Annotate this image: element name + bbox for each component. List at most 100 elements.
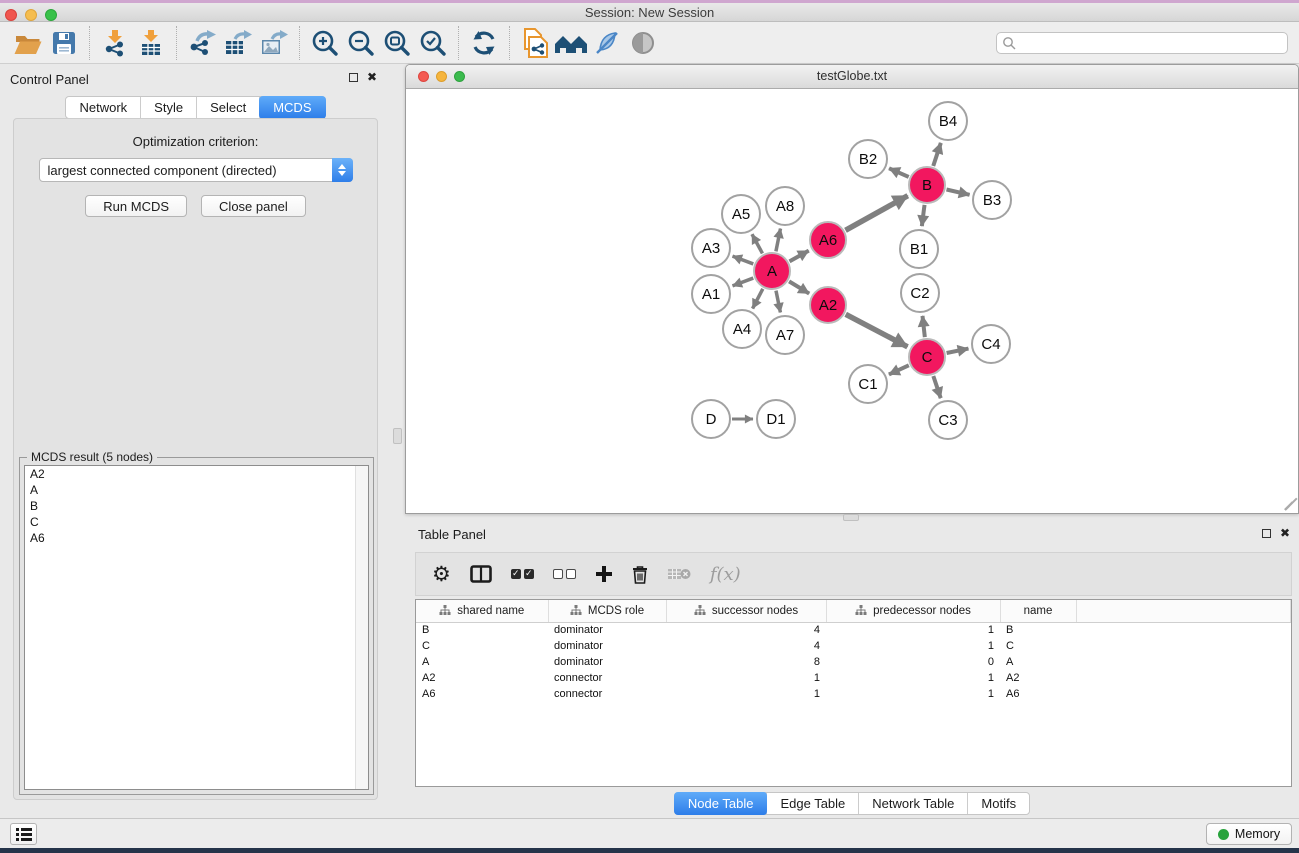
search-field[interactable] [996,32,1288,54]
cell-successor-nodes[interactable]: 4 [666,622,826,638]
cell-successor-nodes[interactable]: 4 [666,638,826,654]
edge-A-A2[interactable] [789,281,809,293]
cell-shared-name[interactable]: A6 [416,686,548,702]
close-table-panel-icon[interactable]: ✖ [1280,529,1290,538]
export-network-button[interactable] [184,25,220,61]
node-c[interactable]: C [908,338,946,376]
edge-A-A3[interactable] [733,256,754,264]
delete-column-button[interactable] [632,565,648,584]
cell-predecessor-nodes[interactable]: 1 [826,670,1000,686]
close-panel-button[interactable]: Close panel [201,195,306,217]
cell-successor-nodes[interactable]: 1 [666,670,826,686]
cell-shared-name[interactable]: C [416,638,548,654]
delete-table-button[interactable] [667,567,691,581]
import-network-button[interactable] [97,25,133,61]
edge-A-A5[interactable] [752,234,762,253]
table-row[interactable]: Bdominator41B [416,622,1291,638]
cell-MCDS-role[interactable]: connector [548,686,666,702]
edge-A6-B[interactable] [845,196,907,231]
node-a6[interactable]: A6 [809,221,847,259]
node-a5[interactable]: A5 [721,194,761,234]
vertical-splitter-grip[interactable] [393,428,402,444]
save-session-button[interactable] [46,25,82,61]
show-graphics-details-button[interactable] [625,25,661,61]
result-item-a6[interactable]: A6 [25,530,368,546]
tab-network[interactable]: Network [66,97,141,118]
search-input[interactable] [1016,34,1287,52]
cell-predecessor-nodes[interactable]: 1 [826,686,1000,702]
node-a8[interactable]: A8 [765,186,805,226]
cell-shared-name[interactable]: A2 [416,670,548,686]
node-d[interactable]: D [691,399,731,439]
cell-MCDS-role[interactable]: dominator [548,654,666,670]
import-table-button[interactable] [133,25,169,61]
cell-MCDS-role[interactable]: connector [548,670,666,686]
zoom-out-button[interactable] [343,25,379,61]
cell-name[interactable]: A [1000,654,1076,670]
cell-MCDS-role[interactable]: dominator [548,638,666,654]
table-row[interactable]: A2connector11A2 [416,670,1291,686]
cell-name[interactable]: A2 [1000,670,1076,686]
zoom-selected-button[interactable] [415,25,451,61]
node-c4[interactable]: C4 [971,324,1011,364]
add-column-button[interactable] [595,565,613,583]
cell-shared-name[interactable]: B [416,622,548,638]
mcds-result-list[interactable]: A2ABCA6 [24,465,369,790]
cell-name[interactable]: A6 [1000,686,1076,702]
cell-predecessor-nodes[interactable]: 1 [826,638,1000,654]
node-b2[interactable]: B2 [848,139,888,179]
zoom-in-button[interactable] [307,25,343,61]
node-c3[interactable]: C3 [928,400,968,440]
edge-A-A8[interactable] [776,229,781,252]
edge-C-C4[interactable] [947,349,969,353]
cell-name[interactable]: B [1000,622,1076,638]
column-header-shared-name[interactable]: shared name [416,600,548,622]
result-item-c[interactable]: C [25,514,368,530]
memory-button[interactable]: Memory [1206,823,1292,845]
node-a2[interactable]: A2 [809,286,847,324]
node-a7[interactable]: A7 [765,315,805,355]
edge-C-C2[interactable] [923,316,925,337]
tab-edge-table[interactable]: Edge Table [767,793,859,814]
tab-style[interactable]: Style [141,97,197,118]
float-table-panel-icon[interactable] [1262,529,1271,538]
table-row[interactable]: Adominator80A [416,654,1291,670]
close-panel-icon[interactable]: ✖ [367,73,377,82]
edge-B-B3[interactable] [946,189,969,194]
tab-motifs[interactable]: Motifs [968,793,1029,814]
column-header-name[interactable]: name [1000,600,1076,622]
tab-select[interactable]: Select [197,97,260,118]
column-settings-button[interactable]: ⚙ [432,563,451,585]
node-a4[interactable]: A4 [722,309,762,349]
cyndex-browse-button[interactable] [553,25,589,61]
network-canvas[interactable]: AA6A2BCA1A3A4A5A7A8B1B2B3B4C1C2C3C4DD1 [406,89,1298,513]
result-item-b[interactable]: B [25,498,368,514]
edge-C-C1[interactable] [889,365,909,374]
cell-predecessor-nodes[interactable]: 1 [826,622,1000,638]
table-row[interactable]: A6connector11A6 [416,686,1291,702]
node-b1[interactable]: B1 [899,229,939,269]
node-c2[interactable]: C2 [900,273,940,313]
edge-C-C3[interactable] [933,376,940,398]
cell-successor-nodes[interactable]: 1 [666,686,826,702]
deselect-all-button[interactable] [553,569,576,579]
split-table-view-button[interactable] [470,565,492,583]
open-session-button[interactable] [10,25,46,61]
node-b4[interactable]: B4 [928,101,968,141]
edge-A-A1[interactable] [733,278,754,286]
network-document-button[interactable] [517,25,553,61]
edge-B-B2[interactable] [889,168,909,177]
column-header-MCDS-role[interactable]: MCDS role [548,600,666,622]
function-builder-button[interactable]: f(x) [710,564,741,585]
cell-name[interactable]: C [1000,638,1076,654]
column-header-successor-nodes[interactable]: successor nodes [666,600,826,622]
table-row[interactable]: Cdominator41C [416,638,1291,654]
node-a[interactable]: A [753,252,791,290]
node-table[interactable]: shared nameMCDS rolesuccessor nodesprede… [415,599,1292,787]
result-list-scrollbar[interactable] [355,466,368,789]
edge-B-B4[interactable] [933,143,941,166]
criterion-dropdown[interactable]: largest connected component (directed) [39,158,353,182]
edge-A-A6[interactable] [789,251,808,262]
node-b3[interactable]: B3 [972,180,1012,220]
edge-A-A7[interactable] [776,291,780,313]
